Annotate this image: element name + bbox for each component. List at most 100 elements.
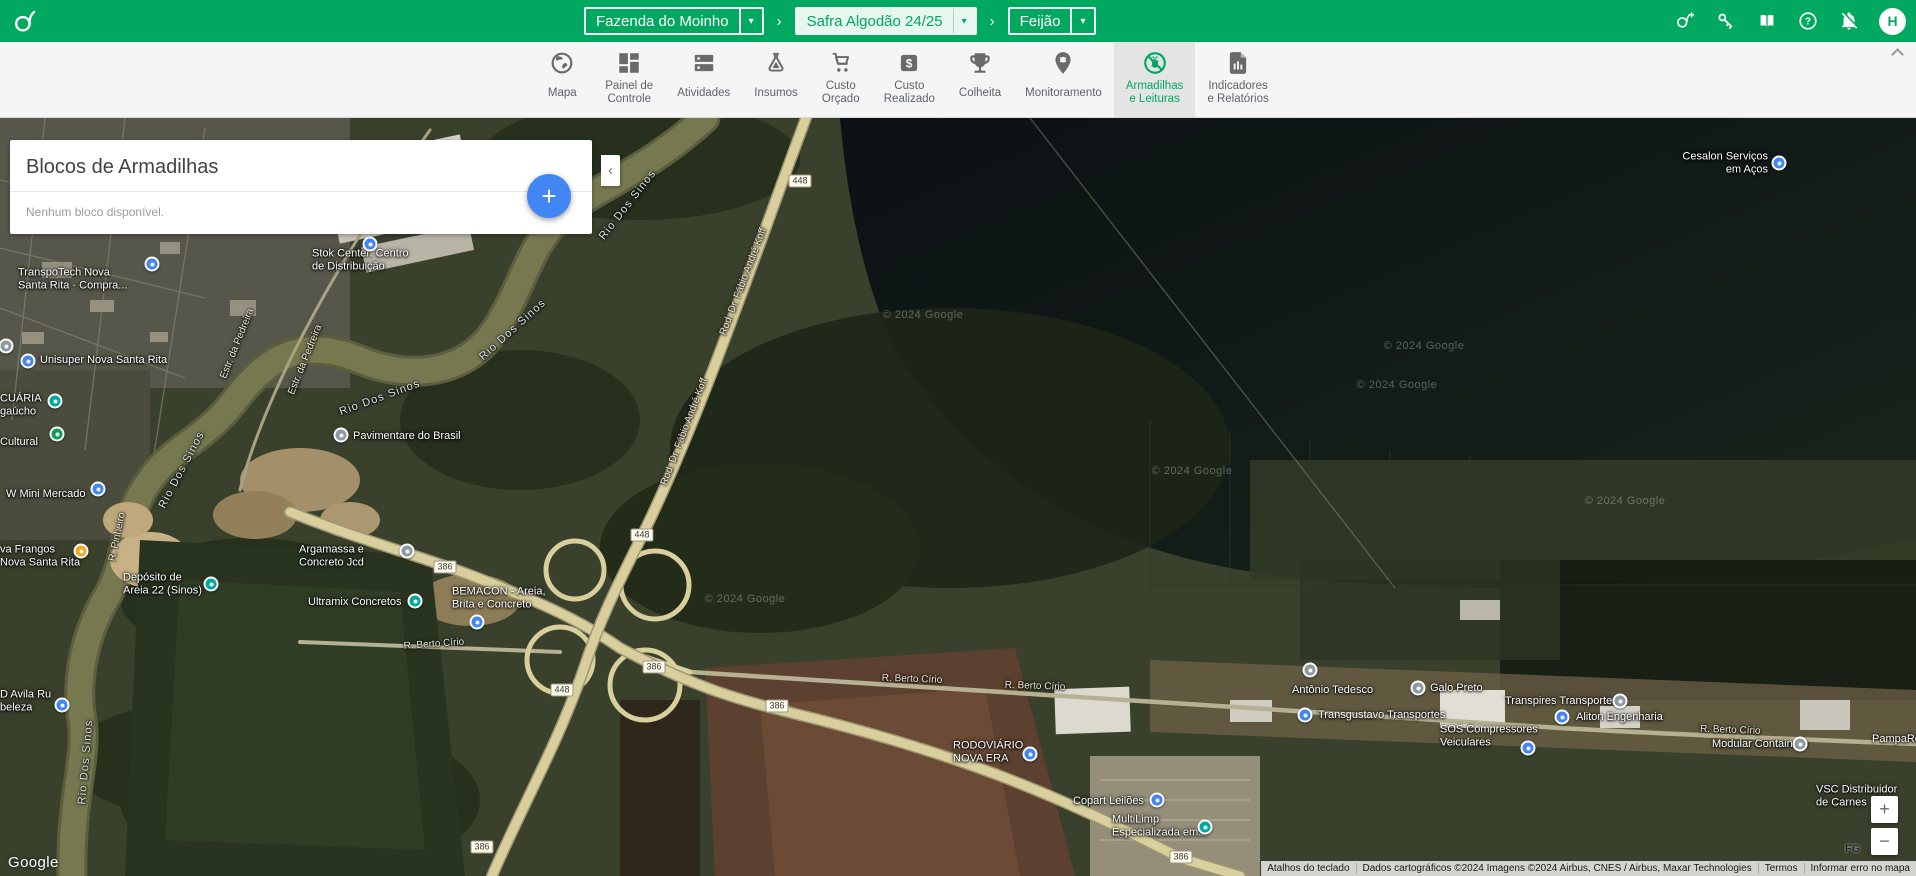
map-marker-blue[interactable] <box>145 257 160 272</box>
aegro-plus-icon[interactable] <box>1674 10 1696 32</box>
attribution-segment[interactable]: Termos <box>1758 863 1804 874</box>
add-trap-block-button[interactable]: + <box>527 174 571 218</box>
road-label: Rod. Dr. Fábio André Koff <box>718 227 770 338</box>
map-marker-blue[interactable] <box>21 354 36 369</box>
tab-colheita[interactable]: Colheita <box>947 42 1013 117</box>
tab-monitoramento[interactable]: Monitoramento <box>1013 42 1114 117</box>
map-marker-gray[interactable] <box>0 339 14 354</box>
map-marker-blue[interactable] <box>1555 710 1570 725</box>
map-marker-gray[interactable] <box>400 544 415 559</box>
user-avatar[interactable]: H <box>1879 8 1906 35</box>
tab-indicadores-e-relatorios[interactable]: Indicadorese Relatórios <box>1195 42 1280 117</box>
map-poi-label: va FrangosNova Santa Rita <box>0 544 80 569</box>
map-poi-label: Argamassa eConcreto Jcd <box>299 544 364 569</box>
tab-label: Armadilhase Leituras <box>1126 79 1184 107</box>
map-marker-blue[interactable] <box>1298 708 1313 723</box>
map-poi-label: FG <box>1845 843 1860 856</box>
map-poi-label: Ultramix Concretos <box>308 596 402 609</box>
road-label: R. Berto Círio <box>403 637 464 654</box>
tab-label: Insumos <box>754 79 797 107</box>
road-label: Estr. da Pedreira <box>218 307 257 381</box>
chevron-down-icon[interactable]: ▾ <box>953 9 975 33</box>
help-icon[interactable]: ? <box>1797 10 1819 32</box>
map-poi-label: Transpires Transporte <box>1505 695 1612 708</box>
road-label: R. Pinheiro <box>107 512 130 563</box>
attribution-segment: Dados cartográficos ©2024 Imagens ©2024 … <box>1356 863 1758 874</box>
panel-collapse-button[interactable]: ‹ <box>601 155 620 186</box>
map-marker-blue[interactable] <box>1023 747 1038 762</box>
aegro-logo-icon[interactable] <box>12 7 38 35</box>
season-dropdown-label: Safra Algodão 24/25 <box>797 9 953 33</box>
satellite-map[interactable]: TranspoTech NovaSanta Rita · Compra...St… <box>0 0 1916 876</box>
tab-label: Painel deControle <box>605 79 653 107</box>
farm-dropdown[interactable]: Fazenda do Moinho ▾ <box>584 7 764 35</box>
water-label: Rio Dos Sinos <box>156 429 207 510</box>
map-overlay: TranspoTech NovaSanta Rita · Compra...St… <box>0 0 1916 876</box>
chevron-down-icon[interactable]: ▾ <box>1070 9 1093 33</box>
road-label: R. Berto Círio <box>1005 680 1066 695</box>
tab-armadilhas-e-leituras[interactable]: Armadilhase Leituras <box>1114 42 1196 117</box>
map-marker-blue[interactable] <box>55 698 70 713</box>
tab-mapa[interactable]: Mapa <box>531 42 593 117</box>
google-watermark: © 2024 Google <box>1384 340 1465 352</box>
panel-title: Blocos de Armadilhas <box>10 140 592 191</box>
map-marker-blue[interactable] <box>363 237 378 252</box>
map-marker-teal[interactable] <box>48 394 63 409</box>
zoom-out-button[interactable]: − <box>1871 828 1898 855</box>
route-shield: 448 <box>550 684 573 697</box>
money-icon: $ <box>896 49 922 77</box>
tab-painel-de-controle[interactable]: Painel deControle <box>593 42 665 117</box>
chevron-down-icon[interactable]: ▾ <box>739 9 762 33</box>
map-poi-label: W Mini Mercado <box>6 488 85 501</box>
route-shield: 448 <box>630 529 653 542</box>
flask-icon <box>763 49 789 77</box>
topbar-actions: ?H <box>1674 0 1906 42</box>
book-icon[interactable] <box>1756 10 1778 32</box>
route-shield: 386 <box>433 561 456 574</box>
google-watermark: © 2024 Google <box>705 593 786 605</box>
crop-dropdown[interactable]: Feijão ▾ <box>1008 7 1096 35</box>
map-marker-blue[interactable] <box>1772 156 1787 171</box>
map-marker-blue[interactable] <box>1521 741 1536 756</box>
water-label: Rio Dos Sinos <box>338 378 422 419</box>
map-marker-green[interactable] <box>50 427 65 442</box>
trap-blocks-panel: Blocos de Armadilhas Nenhum bloco dispon… <box>10 140 592 234</box>
breadcrumb-chevron-icon: › <box>777 13 782 30</box>
map-poi-label: Stok Center. Centrode Distribuição <box>312 248 409 273</box>
map-poi-label: Unisuper Nova Santa Rita <box>40 354 167 367</box>
map-poi-label: CUÁRIAgaúcho <box>0 393 42 418</box>
attribution-segment[interactable]: Informar erro no mapa <box>1804 863 1916 874</box>
map-marker-orange[interactable] <box>74 544 89 559</box>
tab-custo-orcado[interactable]: CustoOrçado <box>810 42 872 117</box>
breadcrumb-chevron-icon: › <box>990 13 995 30</box>
tab-label: CustoOrçado <box>822 79 860 107</box>
map-marker-blue[interactable] <box>470 615 485 630</box>
season-dropdown[interactable]: Safra Algodão 24/25 ▾ <box>795 7 977 35</box>
bell-off-icon[interactable] <box>1838 10 1860 32</box>
route-shield: 448 <box>788 175 811 188</box>
map-marker-blue[interactable] <box>1150 793 1165 808</box>
map-poi-label: MultiLimpEspecializada em... <box>1112 814 1207 839</box>
map-marker-gray[interactable] <box>1303 663 1318 678</box>
zoom-in-button[interactable]: + <box>1871 796 1898 823</box>
map-poi-label: RODOVIÁRIONOVA ERA <box>953 740 1023 765</box>
tab-custo-realizado[interactable]: $CustoRealizado <box>872 42 947 117</box>
map-poi-label: BEMACON - Areia,Brita e Concreto <box>452 586 546 611</box>
map-marker-blue[interactable] <box>91 482 106 497</box>
map-marker-gray[interactable] <box>1411 681 1426 696</box>
map-marker-teal[interactable] <box>408 594 423 609</box>
map-poi-label: Aliton Engenharia <box>1576 711 1663 724</box>
map-marker-gray[interactable] <box>1613 694 1628 709</box>
map-poi-label: Cultural <box>0 436 38 449</box>
tab-label: Colheita <box>959 79 1001 107</box>
attribution-segment[interactable]: Atalhos do teclado <box>1261 863 1355 874</box>
map-marker-teal[interactable] <box>204 577 219 592</box>
map-marker-gray[interactable] <box>1793 737 1808 752</box>
tab-insumos[interactable]: Insumos <box>742 42 809 117</box>
map-marker-gray[interactable] <box>334 428 349 443</box>
map-poi-label: Pavimentare do Brasil <box>353 430 461 443</box>
map-marker-teal[interactable] <box>1198 820 1213 835</box>
google-logo[interactable]: Google <box>8 854 59 871</box>
tab-atividades[interactable]: Atividades <box>665 42 742 117</box>
key-icon[interactable] <box>1715 10 1737 32</box>
